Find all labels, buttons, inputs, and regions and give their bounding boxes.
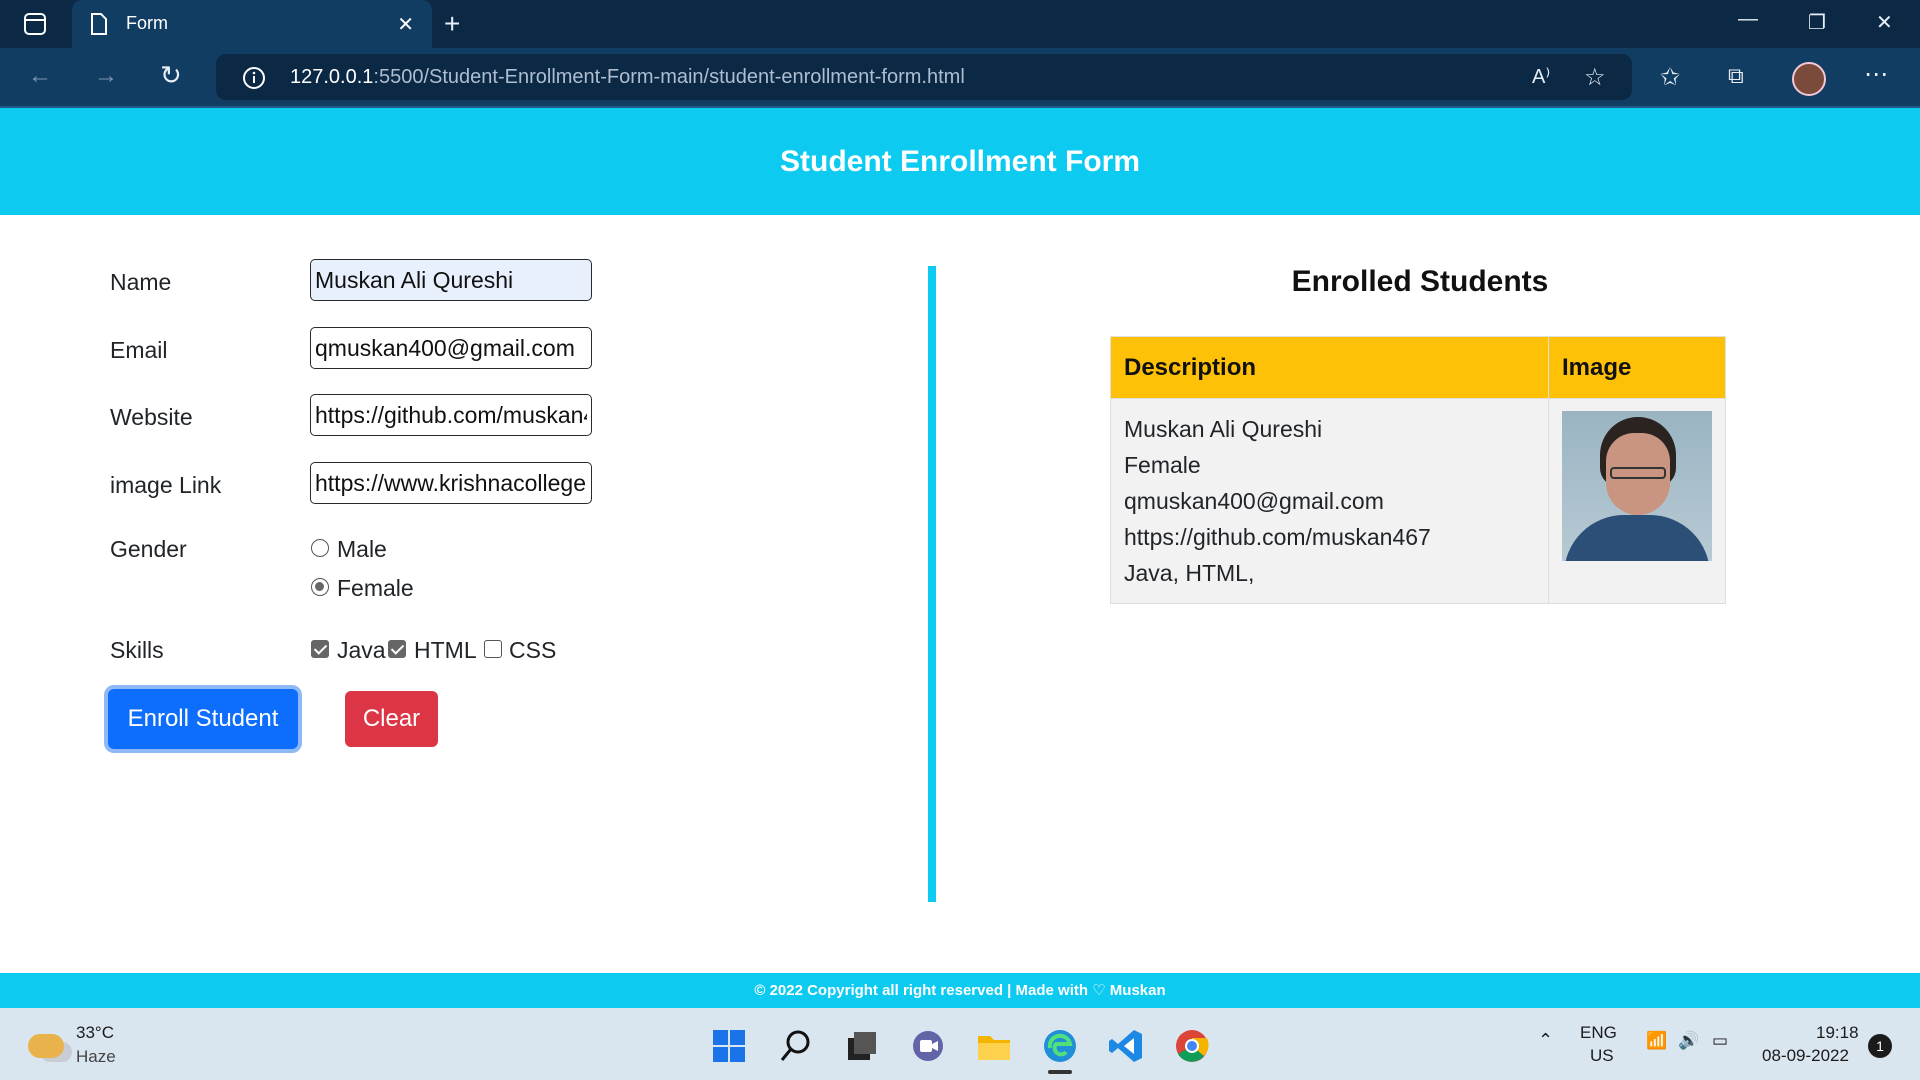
clock-time[interactable]: 19:18: [1816, 1023, 1859, 1043]
clock-date[interactable]: 08-09-2022: [1762, 1046, 1849, 1066]
enroll-student-button[interactable]: Enroll Student: [108, 689, 298, 749]
gender-male-label: Male: [337, 536, 387, 562]
skill-css-checkbox[interactable]: [484, 640, 502, 658]
student-skills: Java, HTML,: [1124, 560, 1255, 586]
student-photo: [1562, 411, 1712, 561]
description-column-header: Description: [1110, 336, 1549, 399]
website-label: Website: [110, 404, 193, 430]
name-label: Name: [110, 269, 172, 295]
teams-chat-icon[interactable]: [910, 1028, 946, 1064]
page-footer: © 2022 Copyright all right reserved | Ma…: [0, 973, 1920, 1008]
tab-title: Form: [126, 13, 168, 33]
read-aloud-icon[interactable]: A⁾: [1532, 64, 1550, 89]
weather-desc[interactable]: Haze: [76, 1047, 116, 1067]
page-title: Student Enrollment Form: [780, 145, 1140, 178]
student-image-cell: [1548, 398, 1726, 604]
student-website: https://github.com/muskan467: [1124, 524, 1431, 550]
gender-male-radio[interactable]: [311, 539, 329, 557]
language-top[interactable]: ENG: [1580, 1023, 1617, 1043]
email-label: Email: [110, 337, 168, 363]
profile-avatar[interactable]: [1792, 62, 1826, 96]
page-icon: [91, 13, 107, 35]
skill-css-label: CSS: [509, 637, 557, 663]
refresh-icon[interactable]: ↻: [160, 60, 182, 91]
enrolled-students-heading: Enrolled Students: [1291, 265, 1549, 298]
start-icon[interactable]: [711, 1028, 747, 1064]
url-text: 127.0.0.1:5500/Student-Enrollment-Form-m…: [290, 66, 965, 88]
windows-taskbar: 33°C Haze ⌃ ENG US 📶 🔊 ▭ 19:18 08-09-202…: [0, 1008, 1920, 1080]
language-bottom[interactable]: US: [1590, 1046, 1614, 1066]
close-icon[interactable]: ✕: [397, 12, 414, 37]
skill-java-checkbox[interactable]: [311, 640, 329, 658]
active-app-indicator: [1048, 1070, 1072, 1074]
edge-browser-icon[interactable]: [1042, 1028, 1078, 1064]
notification-badge[interactable]: 1: [1868, 1034, 1892, 1058]
weather-temp[interactable]: 33°C: [76, 1023, 114, 1043]
gender-female-label: Female: [337, 575, 414, 601]
browser-titlebar: Form ✕ + — ❐ ✕: [0, 0, 1920, 48]
gender-label: Gender: [110, 536, 187, 562]
wifi-icon[interactable]: 📶: [1646, 1031, 1667, 1051]
name-input[interactable]: [310, 259, 592, 301]
email-input[interactable]: [310, 327, 592, 369]
enrolled-students-table: Description Image Muskan Ali Qureshi Fem…: [1110, 336, 1726, 604]
add-favorite-icon[interactable]: ☆: [1584, 63, 1606, 92]
forward-icon[interactable]: →: [94, 62, 118, 90]
clear-button[interactable]: Clear: [345, 691, 438, 747]
vscode-icon[interactable]: [1108, 1028, 1144, 1064]
table-row: Muskan Ali Qureshi Female qmuskan400@gma…: [1110, 398, 1726, 604]
restore-icon[interactable]: ❐: [1808, 10, 1826, 35]
address-toolbar: ← → ↻ 127.0.0.1:5500/Student-Enrollment-…: [0, 48, 1920, 108]
volume-icon[interactable]: 🔊: [1678, 1031, 1699, 1051]
weather-icon[interactable]: [28, 1034, 64, 1058]
sidebar-icon[interactable]: [24, 13, 46, 35]
skills-label: Skills: [110, 637, 164, 663]
search-icon[interactable]: [778, 1028, 814, 1064]
skill-html-label: HTML: [414, 637, 477, 663]
collections-icon[interactable]: ⧉: [1728, 63, 1744, 89]
tab-form[interactable]: Form ✕: [72, 0, 432, 48]
table-header-row: Description Image: [1110, 336, 1726, 399]
address-bar[interactable]: 127.0.0.1:5500/Student-Enrollment-Form-m…: [216, 54, 1632, 100]
minimize-icon[interactable]: —: [1738, 8, 1758, 31]
image-link-input[interactable]: [310, 462, 592, 504]
vertical-divider: [928, 266, 936, 902]
gender-female-radio[interactable]: [311, 578, 329, 596]
battery-icon[interactable]: ▭: [1712, 1031, 1728, 1051]
student-email: qmuskan400@gmail.com: [1124, 488, 1384, 514]
more-icon[interactable]: ⋯: [1864, 60, 1888, 89]
chrome-icon[interactable]: [1174, 1028, 1210, 1064]
website-input[interactable]: [310, 394, 592, 436]
student-description-cell: Muskan Ali Qureshi Female qmuskan400@gma…: [1110, 398, 1549, 604]
image-column-header: Image: [1548, 336, 1726, 399]
page-header: Student Enrollment Form: [0, 108, 1920, 215]
skill-java-label: Java: [337, 637, 386, 663]
show-hidden-icons-icon[interactable]: ⌃: [1538, 1030, 1553, 1051]
task-view-icon[interactable]: [844, 1028, 880, 1064]
student-name: Muskan Ali Qureshi: [1124, 416, 1323, 442]
window-close-icon[interactable]: ✕: [1876, 10, 1893, 35]
favorites-icon[interactable]: ✩: [1660, 63, 1680, 92]
info-icon[interactable]: [242, 66, 266, 90]
student-gender: Female: [1124, 452, 1201, 478]
file-explorer-icon[interactable]: [976, 1028, 1012, 1064]
skill-html-checkbox[interactable]: [388, 640, 406, 658]
image-link-label: image Link: [110, 472, 222, 498]
back-icon[interactable]: ←: [28, 62, 52, 90]
new-tab-icon[interactable]: +: [444, 8, 460, 40]
